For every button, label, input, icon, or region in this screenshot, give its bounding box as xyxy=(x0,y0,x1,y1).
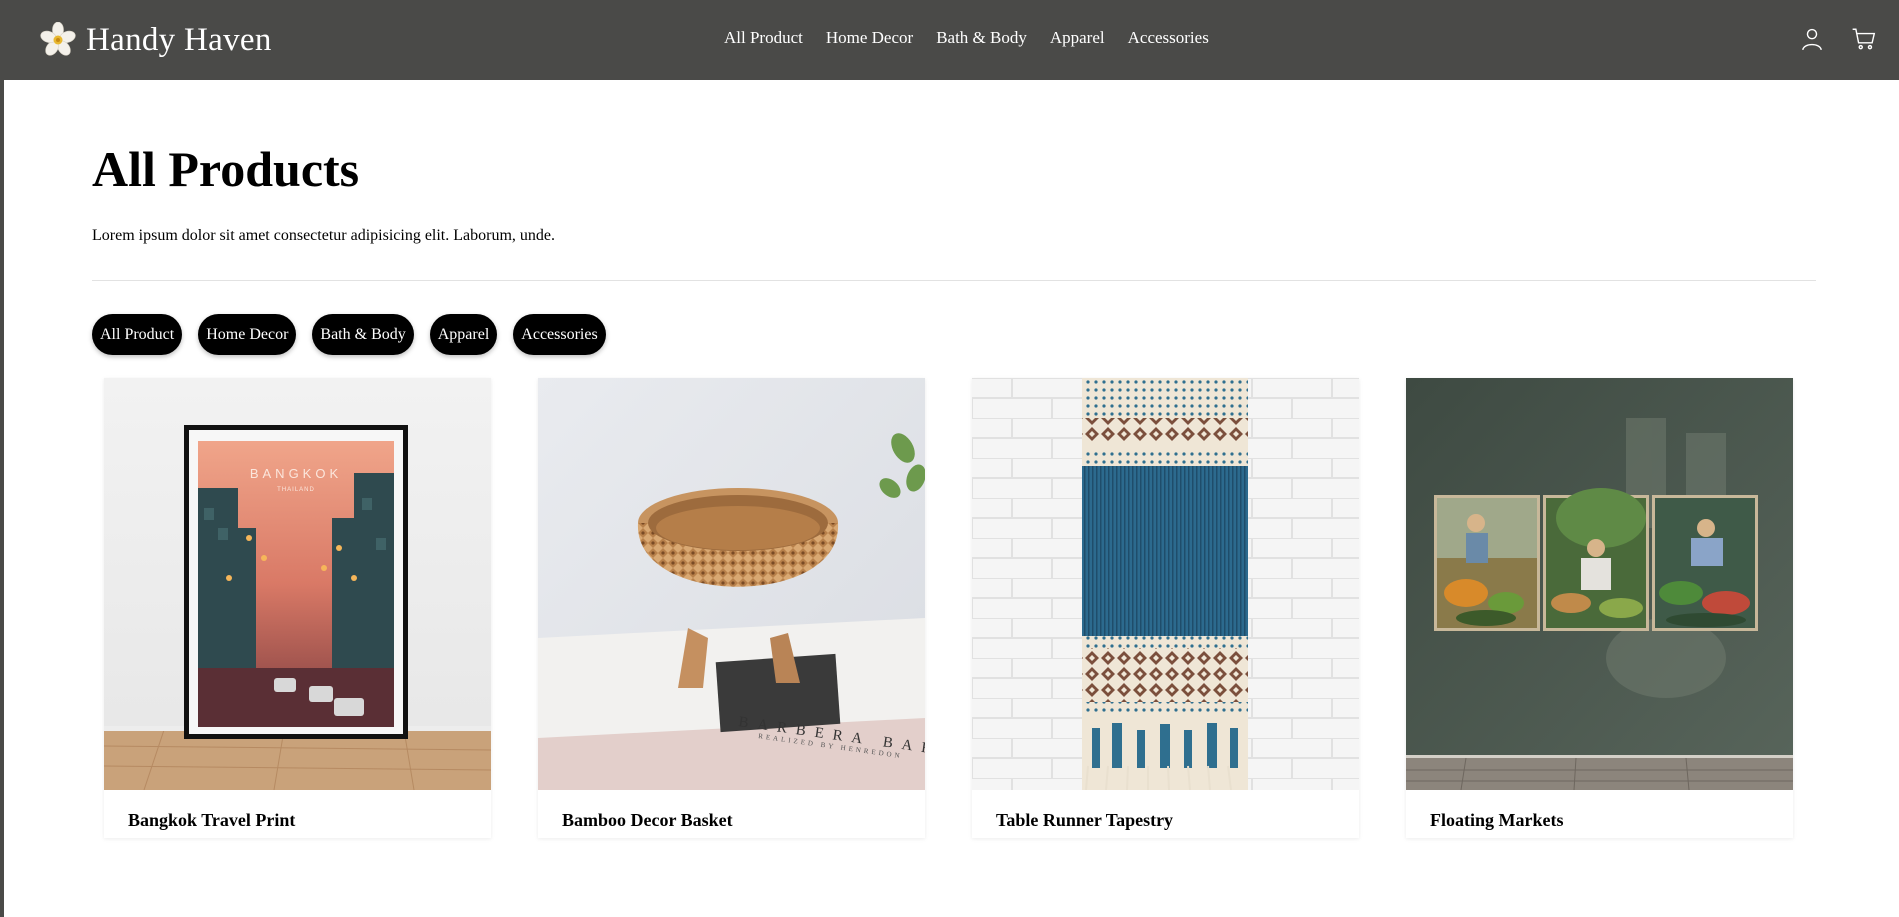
nav-item-apparel[interactable]: Apparel xyxy=(1050,28,1105,48)
product-grid: BANGKOK THAILAND Bangkok Travel Print BA… xyxy=(104,378,1793,838)
poster-title: BANGKOK xyxy=(250,466,342,481)
flower-logo-icon xyxy=(40,22,76,56)
product-card-bangkok-travel-print[interactable]: BANGKOK THAILAND Bangkok Travel Print xyxy=(104,378,491,838)
nav-item-all-product[interactable]: All Product xyxy=(724,28,803,48)
filter-all-product[interactable]: All Product xyxy=(92,314,183,355)
product-image-bamboo-basket: BARBERA BAREY REALIZED BY HENREDON xyxy=(538,378,925,790)
main-nav: All Product Home Decor Bath & Body Appar… xyxy=(724,28,1209,48)
nav-item-accessories[interactable]: Accessories xyxy=(1128,28,1209,48)
brand-home-link[interactable]: Handy Haven xyxy=(40,20,272,60)
page-title: All Products xyxy=(92,141,360,197)
filter-bath-body[interactable]: Bath & Body xyxy=(312,314,414,355)
product-image-floating-markets xyxy=(1406,378,1793,790)
product-name[interactable]: Bamboo Decor Basket xyxy=(538,790,925,831)
product-card-bamboo-decor-basket[interactable]: BARBERA BAREY REALIZED BY HENREDON Bambo… xyxy=(538,378,925,838)
product-name[interactable]: Bangkok Travel Print xyxy=(104,790,491,831)
divider xyxy=(92,280,1816,281)
product-card-table-runner-tapestry[interactable]: Table Runner Tapestry xyxy=(972,378,1359,838)
product-name[interactable]: Table Runner Tapestry xyxy=(972,790,1359,831)
header-actions xyxy=(1799,26,1877,52)
brand-name: Handy Haven xyxy=(86,21,272,58)
user-icon[interactable] xyxy=(1799,26,1825,52)
site-header: Handy Haven All Product Home Decor Bath … xyxy=(4,0,1899,80)
nav-item-bath-body[interactable]: Bath & Body xyxy=(936,28,1027,48)
poster-subtitle: THAILAND xyxy=(277,487,315,493)
product-card-floating-markets[interactable]: Floating Markets xyxy=(1406,378,1793,838)
cart-icon[interactable] xyxy=(1851,26,1877,52)
nav-item-home-decor[interactable]: Home Decor xyxy=(826,28,913,48)
filter-home-decor[interactable]: Home Decor xyxy=(198,314,297,355)
product-image-bangkok-print: BANGKOK THAILAND xyxy=(104,378,491,790)
category-filters: All Product Home Decor Bath & Body Appar… xyxy=(92,314,606,355)
filter-apparel[interactable]: Apparel xyxy=(429,314,498,355)
page-description: Lorem ipsum dolor sit amet consectetur a… xyxy=(92,227,555,244)
filter-accessories[interactable]: Accessories xyxy=(513,314,606,355)
product-image-table-runner xyxy=(972,378,1359,790)
product-name[interactable]: Floating Markets xyxy=(1406,790,1793,831)
